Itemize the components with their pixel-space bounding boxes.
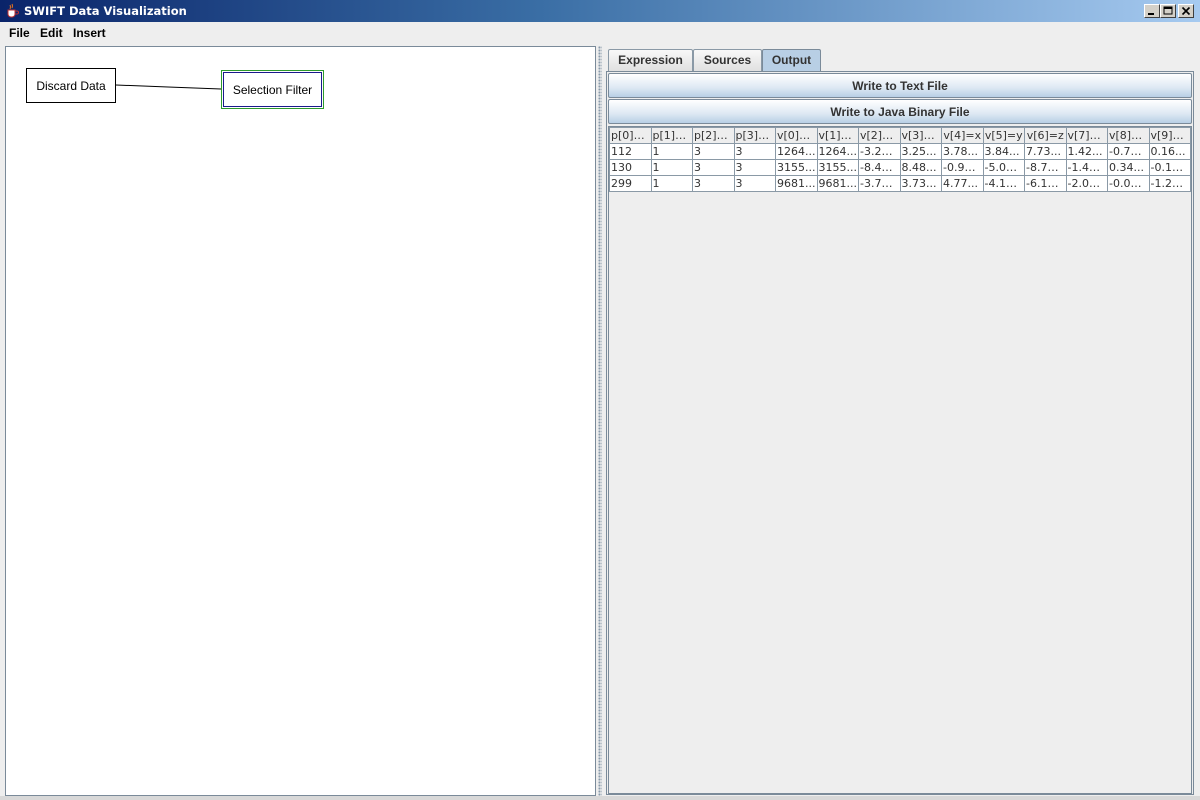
table-row[interactable]: 299 1 3 3 9681... 9681... -3.73... 3.73... 4.77.… [609, 175, 1191, 192]
splitter-grip [598, 46, 602, 796]
minimize-icon [1148, 13, 1154, 15]
column-header[interactable]: v[3]=r... [899, 127, 942, 144]
table-cell[interactable]: -0.77... [1107, 143, 1150, 160]
close-button[interactable] [1178, 4, 1194, 18]
write-java-binary-file-button[interactable]: Write to Java Binary File [608, 99, 1192, 124]
table-cell[interactable]: -1.23... [1148, 175, 1191, 192]
app-window: SWIFT Data Visualization File Edit Inser… [0, 0, 1200, 800]
table-cell[interactable]: 9681... [816, 175, 859, 192]
table-cell[interactable]: 299 [609, 175, 652, 192]
table-cell[interactable]: -4.17... [982, 175, 1025, 192]
window-bottom-border [0, 796, 1200, 800]
table-cell[interactable]: 112 [609, 143, 652, 160]
column-header[interactable]: v[9]=vz [1148, 127, 1191, 144]
menu-file[interactable]: File [9, 26, 30, 40]
menu-edit[interactable]: Edit [40, 26, 63, 40]
column-header[interactable]: v[2]=r... [858, 127, 901, 144]
selection-filter-label: Selection Filter [232, 82, 313, 97]
table-cell[interactable]: 3.84... [982, 143, 1025, 160]
table-cell[interactable]: 3155... [816, 159, 859, 176]
table-body: 112 1 3 3 1264... 1264... -3.25... 3.25... 3.78.… [609, 143, 1191, 192]
column-header[interactable]: p[0]=ID [609, 127, 652, 144]
table-cell[interactable]: 3 [692, 159, 735, 176]
table-cell[interactable]: 3 [733, 175, 776, 192]
table-cell[interactable]: 3 [733, 143, 776, 160]
column-header[interactable]: p[3]=i... [733, 127, 776, 144]
pipeline-canvas[interactable]: Discard Data Selection Filter [5, 46, 596, 796]
table-cell[interactable]: -0.17... [1148, 159, 1191, 176]
table-cell[interactable]: 4.77... [941, 175, 984, 192]
table-cell[interactable]: 3155... [775, 159, 818, 176]
table-cell[interactable]: 1 [650, 143, 693, 160]
table-cell[interactable]: -1.40... [1065, 159, 1108, 176]
split-pane-divider[interactable] [596, 46, 604, 796]
table-cell[interactable]: 1.42... [1065, 143, 1108, 160]
table-cell[interactable]: 7.73... [1024, 143, 1067, 160]
table-cell[interactable]: -3.25... [858, 143, 901, 160]
column-header[interactable]: v[8]=vy [1107, 127, 1150, 144]
output-table-scroll[interactable]: p[0]=IDp[1]=...p[2]=...p[3]=i...v[0]=T..… [608, 126, 1192, 794]
right-panel: Expression Sources Output Write to Text … [604, 46, 1196, 796]
window-title: SWIFT Data Visualization [24, 4, 187, 18]
table-cell[interactable]: 9681... [775, 175, 818, 192]
table-cell[interactable]: -3.73... [858, 175, 901, 192]
column-header[interactable]: v[7]=vx [1065, 127, 1108, 144]
table-cell[interactable]: -0.92... [941, 159, 984, 176]
column-header[interactable]: v[4]=x [941, 127, 984, 144]
table-cell[interactable]: 3.78... [941, 143, 984, 160]
table-cell[interactable]: 0.34... [1107, 159, 1150, 176]
tab-output[interactable]: Output [762, 49, 821, 72]
table-cell[interactable]: -0.07... [1107, 175, 1150, 192]
write-text-file-button[interactable]: Write to Text File [608, 73, 1192, 98]
menu-bar: File Edit Insert [0, 22, 1200, 44]
discard-data-label: Discard Data [36, 78, 106, 93]
discard-data-node[interactable]: Discard Data [26, 68, 116, 103]
tab-expression[interactable]: Expression [608, 49, 693, 71]
selection-filter-node[interactable]: Selection Filter [221, 70, 324, 109]
output-table: p[0]=IDp[1]=...p[2]=...p[3]=i...v[0]=T..… [609, 127, 1191, 192]
table-cell[interactable]: -2.08... [1065, 175, 1108, 192]
table-cell[interactable]: 1 [650, 159, 693, 176]
close-icon [1181, 6, 1191, 16]
maximize-icon [1163, 6, 1173, 15]
table-cell[interactable]: 3 [692, 143, 735, 160]
table-row[interactable]: 112 1 3 3 1264... 1264... -3.25... 3.25... 3.78.… [609, 143, 1191, 160]
column-header[interactable]: v[5]=y [982, 127, 1025, 144]
table-cell[interactable]: -8.72... [1024, 159, 1067, 176]
table-header-row: p[0]=IDp[1]=...p[2]=...p[3]=i...v[0]=T..… [609, 127, 1191, 144]
java-cup-icon [7, 3, 19, 18]
table-cell[interactable]: 8.48... [899, 159, 942, 176]
menu-insert[interactable]: Insert [73, 26, 106, 40]
table-cell[interactable]: -8.48... [858, 159, 901, 176]
table-cell[interactable]: -6.17... [1024, 175, 1067, 192]
tab-sources[interactable]: Sources [693, 49, 762, 71]
column-header[interactable]: p[2]=... [692, 127, 735, 144]
table-cell[interactable]: 3 [692, 175, 735, 192]
table-cell[interactable]: -5.05... [982, 159, 1025, 176]
table-cell[interactable]: 0.16... [1148, 143, 1191, 160]
minimize-button[interactable] [1144, 4, 1160, 18]
maximize-button[interactable] [1160, 4, 1176, 18]
table-cell[interactable]: 1264... [816, 143, 859, 160]
table-cell[interactable]: 130 [609, 159, 652, 176]
column-header[interactable]: v[1]=r... [816, 127, 859, 144]
title-bar[interactable]: SWIFT Data Visualization [0, 0, 1200, 22]
table-cell[interactable]: 1 [650, 175, 693, 192]
table-row[interactable]: 130 1 3 3 3155... 3155... -8.48... 8.48... -0.92… [609, 159, 1191, 176]
table-cell[interactable]: 1264... [775, 143, 818, 160]
column-header[interactable]: v[0]=T... [775, 127, 818, 144]
selection-filter-inner: Selection Filter [223, 72, 322, 107]
table-cell[interactable]: 3.25... [899, 143, 942, 160]
table-cell[interactable]: 3 [733, 159, 776, 176]
output-tab-content: Write to Text File Write to Java Binary … [606, 71, 1194, 795]
column-header[interactable]: v[6]=z [1024, 127, 1067, 144]
table-cell[interactable]: 3.73... [899, 175, 942, 192]
column-header[interactable]: p[1]=... [650, 127, 693, 144]
